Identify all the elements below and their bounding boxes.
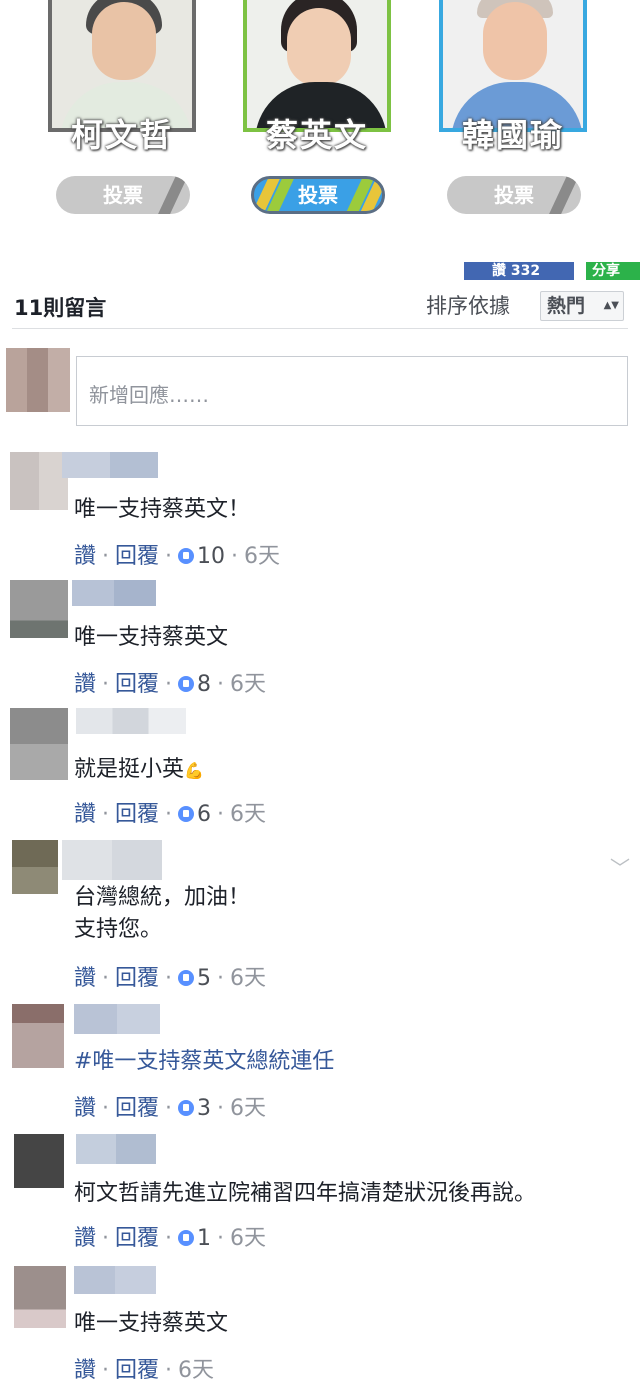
- sort-value: 熱門: [547, 295, 586, 317]
- commenter-name[interactable]: [76, 708, 186, 734]
- reply-link[interactable]: 回覆: [115, 544, 159, 569]
- thumbs-up-icon: [178, 806, 195, 822]
- comment-actions: 讚 · 回覆 · 6天: [74, 1358, 215, 1383]
- reply-link[interactable]: 回覆: [115, 1226, 159, 1251]
- comment-text: 唯一支持蔡英文: [74, 1311, 229, 1336]
- comment-text: 台灣總統，加油！ 支持您。: [74, 885, 251, 942]
- candidate-ko-name: 柯文哲: [70, 116, 173, 154]
- commenter-name[interactable]: [76, 1134, 156, 1164]
- like-link[interactable]: 讚: [74, 1226, 96, 1251]
- new-comment-input[interactable]: 新增回應……: [76, 356, 628, 426]
- comment-text: 唯一支持蔡英文: [74, 625, 229, 650]
- timestamp[interactable]: 6天: [230, 802, 266, 827]
- avatar[interactable]: [14, 1134, 64, 1188]
- like-link[interactable]: 讚: [74, 544, 96, 569]
- like-link[interactable]: 讚: [74, 1358, 96, 1383]
- divider: [12, 328, 628, 329]
- fb-like-button[interactable]: 讚 332: [464, 262, 574, 280]
- comment-text: 唯一支持蔡英文！: [74, 497, 251, 522]
- timestamp[interactable]: 6天: [230, 966, 266, 991]
- thumbs-up-icon: [178, 1230, 195, 1246]
- comment-actions: 讚 · 回覆 · 8 · 6天: [74, 672, 267, 697]
- reply-link[interactable]: 回覆: [115, 1358, 159, 1383]
- vote-button-label: 投票: [494, 183, 534, 207]
- vote-button-han[interactable]: 投票: [447, 176, 581, 214]
- commenter-name[interactable]: [62, 452, 158, 478]
- reply-link[interactable]: 回覆: [115, 672, 159, 697]
- sort-dropdown[interactable]: 熱門 ▲▼: [540, 291, 624, 321]
- vote-button-label: 投票: [103, 183, 143, 207]
- thumbs-up-icon: [178, 676, 195, 692]
- current-user-avatar: [6, 348, 70, 412]
- new-comment-placeholder: 新增回應……: [89, 383, 209, 407]
- reply-link[interactable]: 回覆: [115, 1096, 159, 1121]
- timestamp[interactable]: 6天: [178, 1358, 214, 1383]
- like-link[interactable]: 讚: [74, 966, 96, 991]
- like-count: 讚 332: [492, 263, 541, 279]
- commenter-name[interactable]: [74, 1266, 156, 1294]
- reply-link[interactable]: 回覆: [115, 966, 159, 991]
- comment-actions: 讚 · 回覆 · 10 · 6天: [74, 544, 281, 569]
- like-link[interactable]: 讚: [74, 802, 96, 827]
- thumbs-up-icon: [178, 548, 195, 564]
- caret-down-icon: ▲▼: [603, 300, 619, 311]
- like-count[interactable]: 6: [197, 802, 211, 827]
- commenter-name[interactable]: [74, 1004, 160, 1034]
- avatar[interactable]: [10, 708, 68, 780]
- avatar[interactable]: [10, 452, 68, 510]
- comment-hashtag-text[interactable]: #唯一支持蔡英文總統連任: [74, 1046, 334, 1078]
- candidate-panel: 柯文哲 投票 蔡英文 投票 韓國瑜 投票: [0, 0, 640, 230]
- comment-actions: 讚 · 回覆 · 5 · 6天: [74, 966, 267, 991]
- commenter-name[interactable]: [62, 840, 162, 880]
- thumbs-up-icon: [178, 970, 195, 986]
- comment-actions: 讚 · 回覆 · 6 · 6天: [74, 802, 267, 827]
- thumbs-up-icon: [178, 1100, 195, 1116]
- share-label: 分享: [592, 263, 620, 279]
- timestamp[interactable]: 6天: [244, 544, 280, 569]
- timestamp[interactable]: 6天: [230, 1096, 266, 1121]
- avatar[interactable]: [12, 840, 58, 894]
- candidate-han: 韓國瑜 投票: [439, 0, 589, 230]
- avatar[interactable]: [10, 580, 68, 638]
- candidate-ko: 柯文哲 投票: [48, 0, 198, 230]
- candidate-tsai-name: 蔡英文: [265, 116, 368, 154]
- timestamp[interactable]: 6天: [230, 672, 266, 697]
- vote-button-ko[interactable]: 投票: [56, 176, 190, 214]
- comment-text: 柯文哲請先進立院補習四年搞清楚狀況後再說。: [74, 1181, 537, 1206]
- commenter-name[interactable]: [72, 580, 156, 606]
- timestamp[interactable]: 6天: [230, 1226, 266, 1251]
- candidate-han-name: 韓國瑜: [461, 116, 564, 154]
- chevron-down-icon[interactable]: ﹀: [610, 852, 630, 881]
- candidate-tsai: 蔡英文 投票: [243, 0, 393, 230]
- vote-button-label: 投票: [298, 183, 338, 207]
- comment-text-value: 就是挺小英: [74, 757, 185, 782]
- avatar[interactable]: [12, 1004, 64, 1068]
- reply-link[interactable]: 回覆: [115, 802, 159, 827]
- avatar[interactable]: [14, 1266, 66, 1328]
- like-link[interactable]: 讚: [74, 1096, 96, 1121]
- like-count[interactable]: 5: [197, 966, 211, 991]
- like-link[interactable]: 讚: [74, 672, 96, 697]
- like-count[interactable]: 3: [197, 1096, 211, 1121]
- like-count[interactable]: 8: [197, 672, 211, 697]
- comment-text: 就是挺小英💪: [74, 754, 204, 787]
- comment-actions: 讚 · 回覆 · 3 · 6天: [74, 1096, 267, 1121]
- share-button[interactable]: 分享: [586, 262, 640, 280]
- comment-count: 11則留言: [14, 296, 107, 320]
- comment-actions: 讚 · 回覆 · 1 · 6天: [74, 1226, 267, 1251]
- sort-label: 排序依據: [426, 294, 510, 318]
- like-count[interactable]: 10: [197, 544, 225, 569]
- vote-button-tsai[interactable]: 投票: [251, 176, 385, 214]
- like-count[interactable]: 1: [197, 1226, 211, 1251]
- flexed-arm-icon: 💪: [184, 761, 204, 780]
